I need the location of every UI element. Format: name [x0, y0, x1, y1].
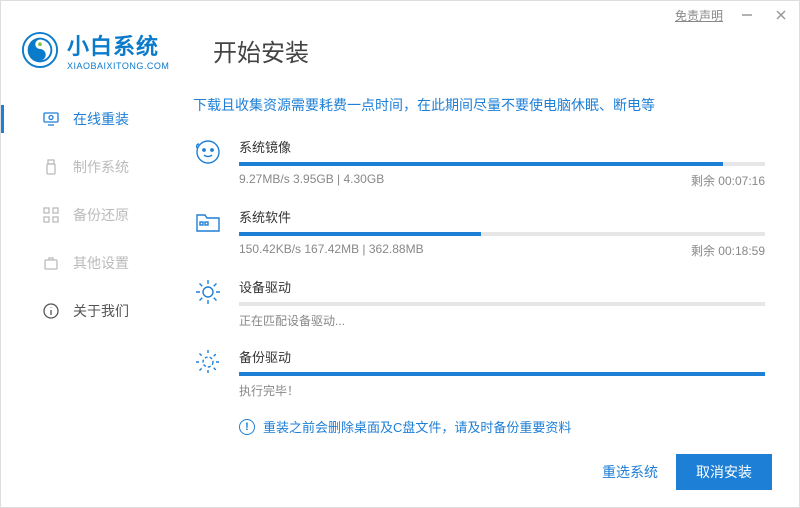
- warning-text: 重装之前会删除桌面及C盘文件，请及时备份重要资料: [263, 417, 571, 436]
- progress-bar: [239, 232, 765, 236]
- gear-icon: [193, 277, 223, 307]
- sidebar: 在线重装 制作系统 备份还原 其他设置 关于我们: [1, 81, 181, 481]
- header: 小白系统 XIAOBAIXITONG.COM 开始安装: [1, 29, 799, 81]
- logo: 小白系统 XIAOBAIXITONG.COM: [21, 29, 201, 71]
- sidebar-item-label: 制作系统: [73, 157, 129, 177]
- briefcase-icon: [43, 255, 59, 271]
- sidebar-item-backup-restore[interactable]: 备份还原: [1, 191, 181, 239]
- task-title: 设备驱动: [239, 277, 765, 296]
- sidebar-item-make-system[interactable]: 制作系统: [1, 143, 181, 191]
- reselect-system-link[interactable]: 重选系统: [602, 462, 658, 482]
- cancel-install-button[interactable]: 取消安装: [676, 454, 772, 490]
- usb-icon: [43, 159, 59, 175]
- task-title: 备份驱动: [239, 347, 765, 366]
- task-title: 系统软件: [239, 207, 765, 226]
- progress-bar: [239, 372, 765, 376]
- task-speed: 9.27MB/s 3.95GB | 4.30GB: [239, 172, 384, 189]
- sidebar-item-other-settings[interactable]: 其他设置: [1, 239, 181, 287]
- main-content: 下载且收集资源需要耗费一点时间，在此期间尽量不要使电脑休眠、断电等 系统镜像 9…: [181, 81, 799, 481]
- sidebar-item-label: 备份还原: [73, 205, 129, 225]
- sidebar-item-label: 其他设置: [73, 253, 129, 273]
- task-system-software: 系统软件 150.42KB/s 167.42MB | 362.88MB 剩余 00…: [193, 207, 765, 259]
- page-title: 开始安装: [213, 33, 309, 68]
- sidebar-item-label: 在线重装: [73, 109, 129, 129]
- task-speed: 150.42KB/s 167.42MB | 362.88MB: [239, 242, 424, 259]
- task-device-driver: 设备驱动 正在匹配设备驱动...: [193, 277, 765, 329]
- logo-icon: [21, 31, 59, 69]
- task-status: 执行完毕！: [239, 382, 299, 399]
- sidebar-item-about[interactable]: 关于我们: [1, 287, 181, 335]
- disclaimer-link[interactable]: 免责声明: [675, 7, 723, 24]
- face-icon: [193, 137, 223, 167]
- grid-icon: [43, 207, 59, 223]
- progress-bar: [239, 302, 765, 306]
- alert-icon: !: [239, 419, 255, 435]
- info-icon: [43, 303, 59, 319]
- minimize-button[interactable]: [737, 5, 757, 25]
- warning-message: ! 重装之前会删除桌面及C盘文件，请及时备份重要资料: [239, 417, 765, 436]
- footer: 重选系统 取消安装: [602, 454, 772, 490]
- sidebar-item-online-reinstall[interactable]: 在线重装: [1, 95, 181, 143]
- gear-dashed-icon: [193, 347, 223, 377]
- close-button[interactable]: [771, 5, 791, 25]
- sidebar-item-label: 关于我们: [73, 301, 129, 321]
- brand-name: 小白系统: [67, 29, 169, 61]
- brand-domain: XIAOBAIXITONG.COM: [67, 61, 169, 71]
- monitor-icon: [43, 111, 59, 127]
- task-remaining: 剩余 00:18:59: [691, 242, 765, 259]
- folder-icon: [193, 207, 223, 237]
- task-system-image: 系统镜像 9.27MB/s 3.95GB | 4.30GB 剩余 00:07:16: [193, 137, 765, 189]
- task-status: 正在匹配设备驱动...: [239, 312, 345, 329]
- task-remaining: 剩余 00:07:16: [691, 172, 765, 189]
- titlebar: 免责声明: [1, 1, 799, 29]
- notice-text: 下载且收集资源需要耗费一点时间，在此期间尽量不要使电脑休眠、断电等: [193, 95, 765, 115]
- task-title: 系统镜像: [239, 137, 765, 156]
- task-backup-driver: 备份驱动 执行完毕！: [193, 347, 765, 399]
- progress-bar: [239, 162, 765, 166]
